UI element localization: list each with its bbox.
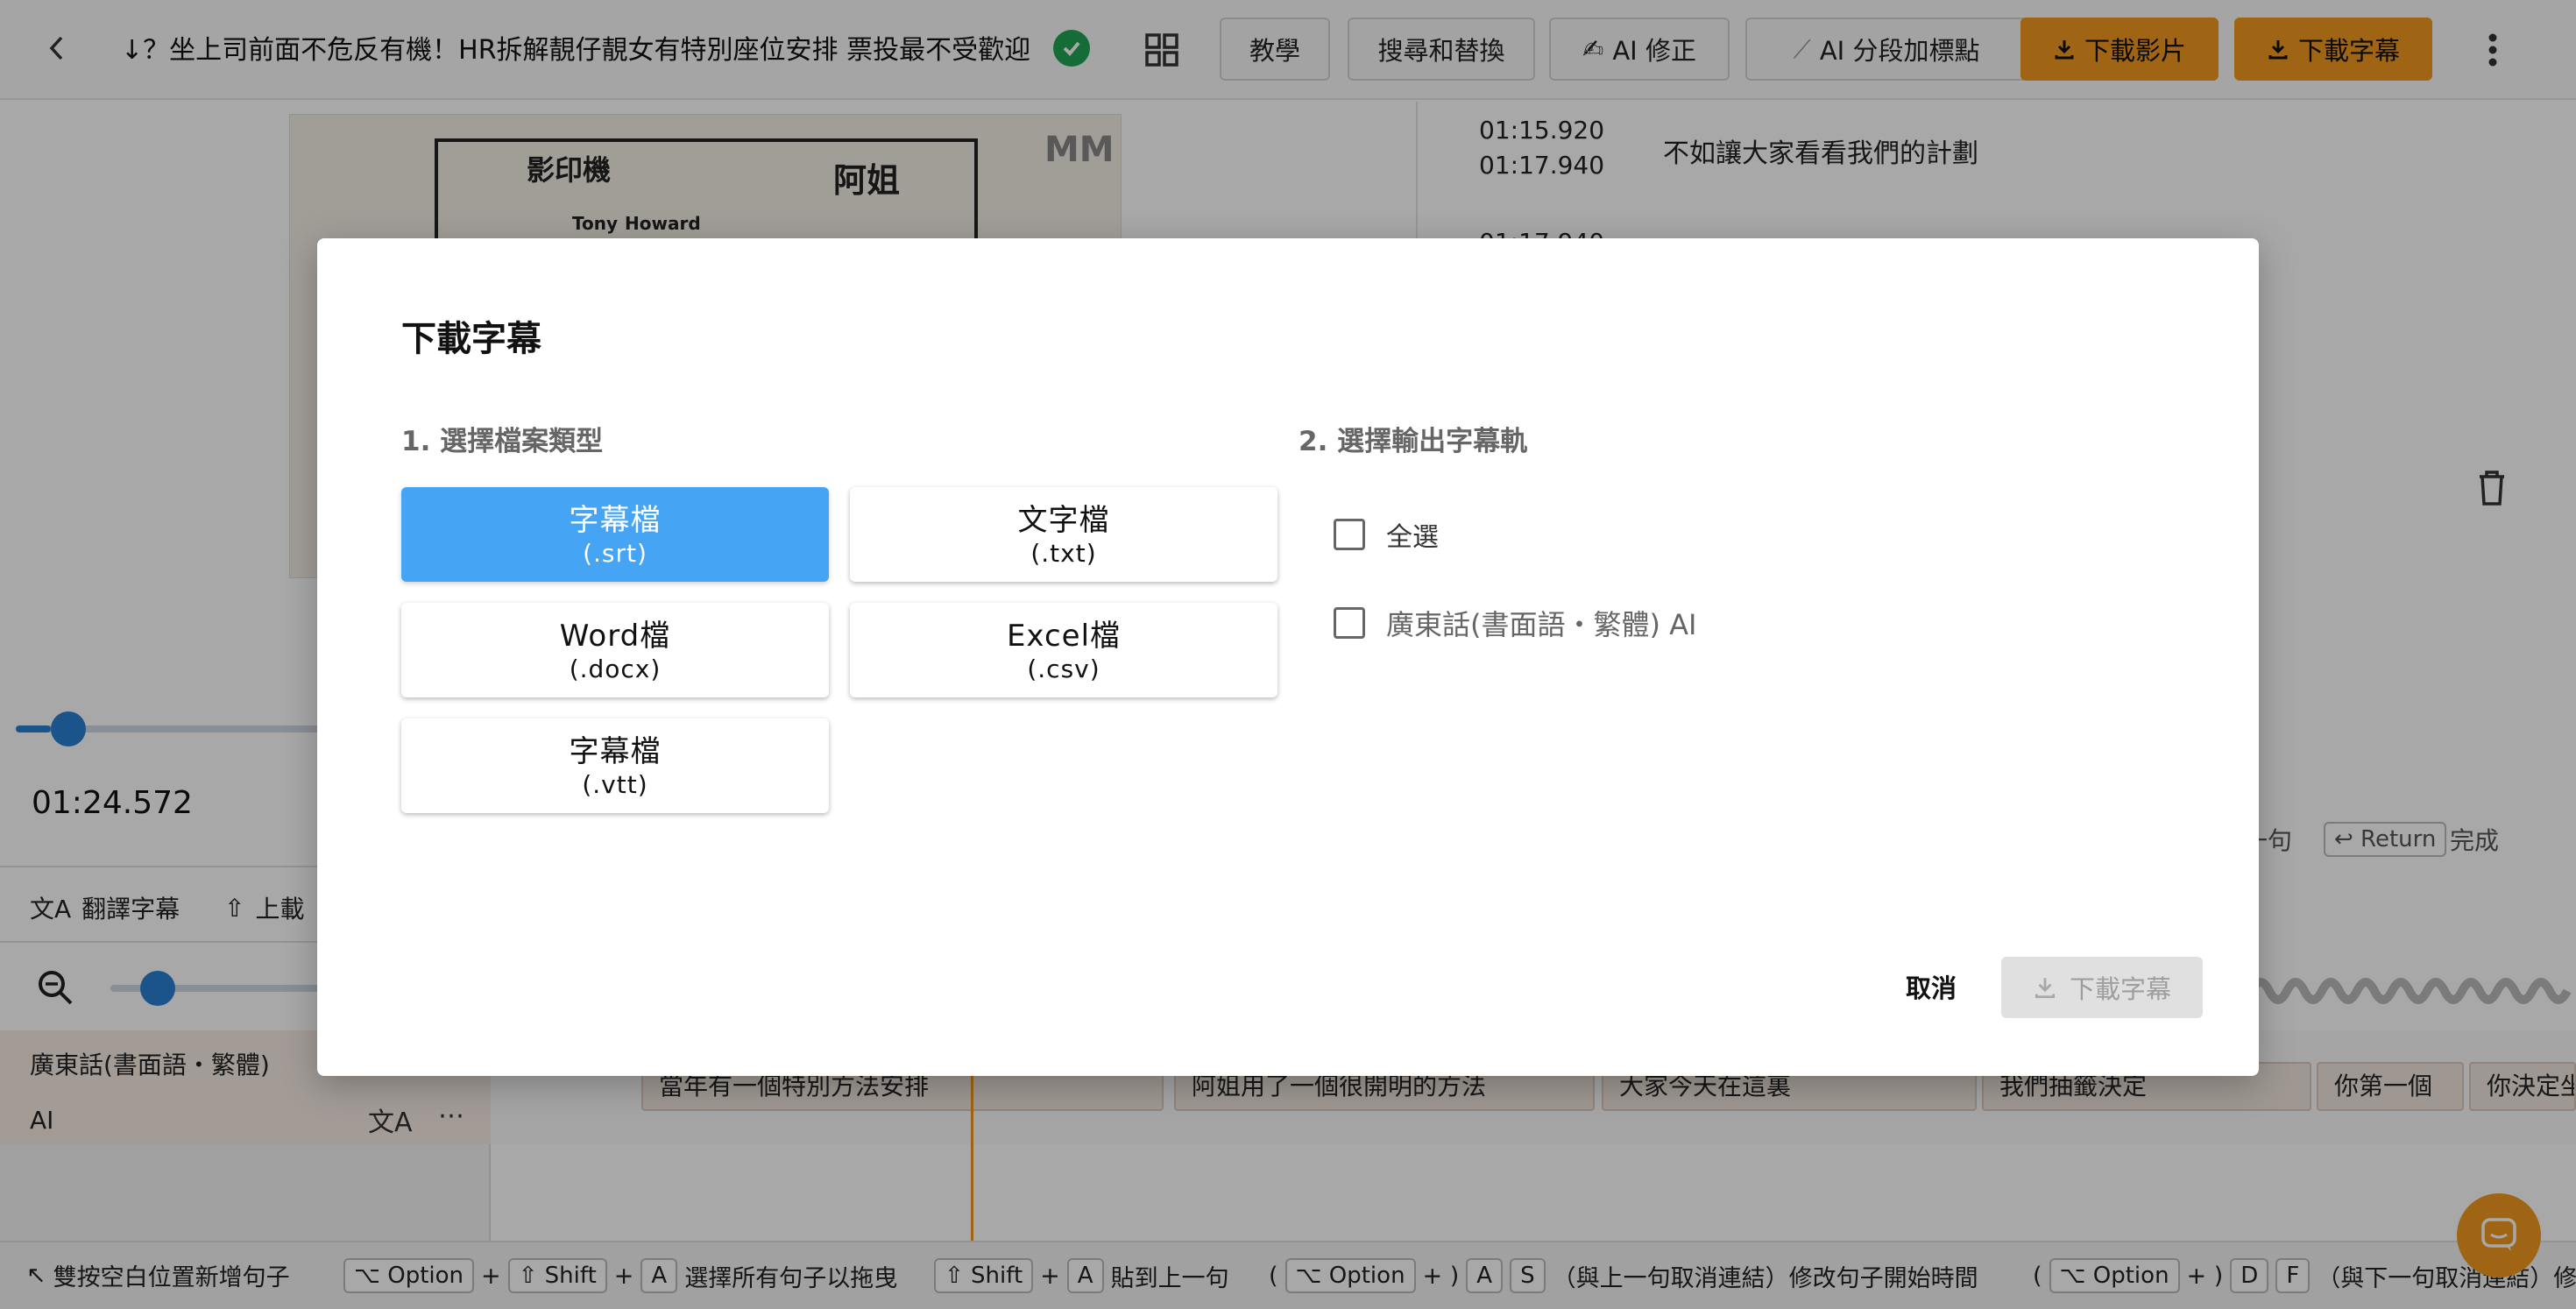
format-ext: (.vtt) [582,770,648,799]
format-srt-button[interactable]: 字幕檔 (.srt) [401,487,829,582]
select-all-checkbox[interactable] [1334,519,1365,550]
format-csv-button[interactable]: Excel檔 (.csv) [850,603,1277,697]
download-icon [2035,978,2056,999]
format-name: Word檔 [559,619,671,654]
track-option-label: 廣東話(書面語・繁體) AI [1386,608,1697,641]
format-ext: (.docx) [569,654,662,683]
track-checkbox-row[interactable]: 廣東話(書面語・繁體) AI [1334,603,1696,643]
track-checkbox[interactable] [1334,607,1365,639]
format-vtt-button[interactable]: 字幕檔 (.vtt) [401,718,829,813]
format-ext: (.txt) [1030,539,1097,568]
cancel-button[interactable]: 取消 [1887,960,1975,1013]
select-all-checkbox-row[interactable]: 全選 [1334,515,1439,554]
download-button[interactable]: 下載字幕 [2001,957,2203,1018]
format-ext: (.srt) [583,539,648,568]
format-txt-button[interactable]: 文字檔 (.txt) [850,487,1277,582]
format-name: 文字檔 [1017,503,1110,538]
format-name: Excel檔 [1006,619,1122,654]
select-all-label: 全選 [1386,522,1439,553]
dialog-title: 下載字幕 [401,319,541,359]
download-label: 下載字幕 [2069,974,2171,1004]
format-name: 字幕檔 [569,503,662,538]
format-name: 字幕檔 [569,734,662,769]
file-type-heading: 1. 選擇檔案類型 [401,426,604,457]
track-heading: 2. 選擇輸出字幕軌 [1299,426,1528,457]
format-ext: (.csv) [1027,654,1100,683]
format-docx-button[interactable]: Word檔 (.docx) [401,603,829,697]
download-subtitle-dialog: 下載字幕 1. 選擇檔案類型 2. 選擇輸出字幕軌 字幕檔 (.srt) 文字檔… [317,238,2259,1076]
